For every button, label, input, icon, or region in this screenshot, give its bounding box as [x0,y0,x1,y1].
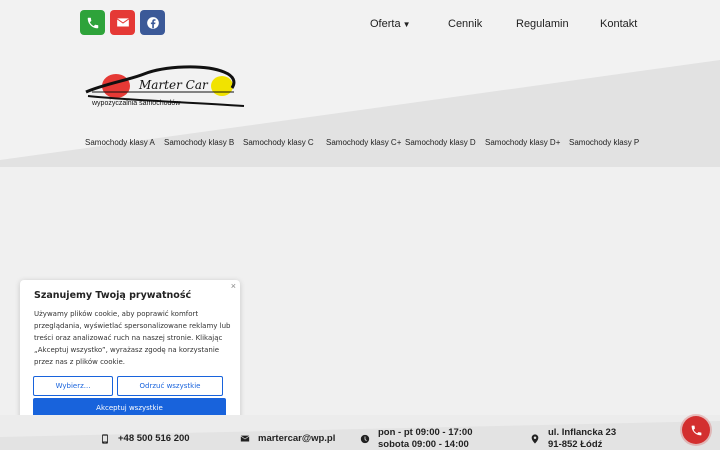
top-navigation: Oferta ▼ Cennik Regulamin Kontakt [370,18,637,30]
clock-icon [360,434,370,444]
category-class-a[interactable]: Samochody klasy A [85,138,164,147]
envelope-icon [116,17,129,26]
site-header: Oferta ▼ Cennik Regulamin Kontakt Marter … [0,0,720,167]
nav-oferta-label: Oferta [370,18,401,30]
nav-kontakt[interactable]: Kontakt [600,18,637,30]
category-class-b[interactable]: Samochody klasy B [164,138,243,147]
footer-phone[interactable]: +48 500 516 200 [100,433,190,444]
close-icon[interactable]: × [231,281,236,291]
map-marker-icon [531,434,539,444]
site-footer: +48 500 516 200 martercar@wp.pl pon - pt… [0,415,720,450]
category-class-d[interactable]: Samochody klasy D [405,138,485,147]
footer-email[interactable]: martercar@wp.pl [240,433,335,444]
footer-phone-text: +48 500 516 200 [118,433,190,444]
envelope-icon [240,435,250,441]
category-class-c[interactable]: Samochody klasy C [243,138,326,147]
social-buttons [80,10,165,35]
category-navigation: Samochody klasy A Samochody klasy B Samo… [85,138,639,147]
chevron-down-icon: ▼ [402,20,411,29]
footer-address: ul. Inflancka 23 91-852 Łódź [530,427,616,450]
nav-oferta[interactable]: Oferta ▼ [370,18,448,30]
cookie-description: Używamy plików cookie, aby poprawić komf… [34,310,231,366]
nav-cennik[interactable]: Cennik [448,18,516,30]
footer-address-street: ul. Inflancka 23 [548,427,617,438]
nav-regulamin[interactable]: Regulamin [516,18,600,30]
category-class-d-plus[interactable]: Samochody klasy D+ [485,138,569,147]
reject-all-button[interactable]: Odrzuć wszystkie [117,376,223,396]
footer-hours-weekdays: pon - pt 09:00 - 17:00 [378,427,473,438]
mobile-phone-icon [102,433,108,444]
customize-button[interactable]: Wybierz... [33,376,113,396]
logo-title: Marter Car [139,78,208,92]
category-class-p[interactable]: Samochody klasy P [569,138,639,147]
facebook-button[interactable] [140,10,165,35]
footer-hours: pon - pt 09:00 - 17:00 sobota 09:00 - 14… [360,427,473,450]
phone-button[interactable] [80,10,105,35]
floating-call-button[interactable] [682,416,710,444]
cookie-consent-dialog: × Szanujemy Twoją prywatność Używamy pli… [20,280,240,430]
facebook-icon [146,16,159,29]
site-logo[interactable]: Marter Car wypożyczalnia samochodów [84,62,249,114]
email-button[interactable] [110,10,135,35]
footer-address-city: 91-852 Łódź [548,439,603,450]
phone-icon [87,17,98,28]
category-class-c-plus[interactable]: Samochody klasy C+ [326,138,405,147]
footer-hours-saturday: sobota 09:00 - 14:00 [378,439,469,450]
logo-subtitle: wypożyczalnia samochodów [92,100,181,107]
phone-icon [691,425,701,435]
footer-email-text: martercar@wp.pl [258,433,336,444]
cookie-title: Szanujemy Twoją prywatność [34,290,192,301]
